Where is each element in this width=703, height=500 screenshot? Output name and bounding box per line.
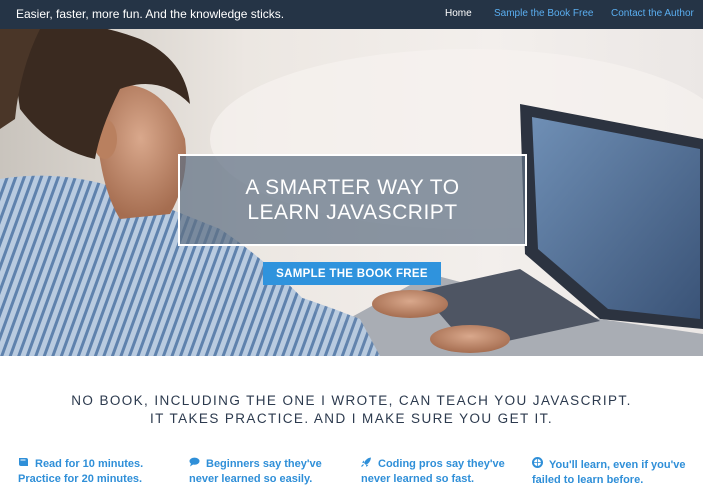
hero-section: A SMARTER WAY TO LEARN JAVASCRIPT SAMPLE… xyxy=(0,29,703,356)
lifebuoy-icon xyxy=(532,457,545,473)
tagline-line-2: IT TAKES PRACTICE. AND I MAKE SURE YOU G… xyxy=(150,411,553,426)
feature-text-line-2: Practice for 20 minutes. xyxy=(18,473,143,485)
nav-contact-link[interactable]: Contact the Author xyxy=(611,8,694,19)
tagline-line-1: NO BOOK, INCLUDING THE ONE I WROTE, CAN … xyxy=(71,393,632,408)
tagline: NO BOOK, INCLUDING THE ONE I WROTE, CAN … xyxy=(0,392,703,428)
feature-text-line-1: Beginners say they've xyxy=(206,458,322,470)
feature-item: Read for 10 minutes. Practice for 20 min… xyxy=(18,457,188,487)
sample-book-button[interactable]: SAMPLE THE BOOK FREE xyxy=(263,262,441,285)
hero-title-box: A SMARTER WAY TO LEARN JAVASCRIPT xyxy=(178,154,527,246)
nav-home-link[interactable]: Home xyxy=(445,8,472,19)
feature-item: Beginners say they've never learned so e… xyxy=(189,457,359,487)
book-icon xyxy=(18,457,31,472)
site-tagline: Easier, faster, more fun. And the knowle… xyxy=(16,7,285,21)
feature-item: Coding pros say they've never learned so… xyxy=(361,457,531,487)
rocket-icon xyxy=(361,457,374,472)
nav-sample-link[interactable]: Sample the Book Free xyxy=(494,8,594,19)
feature-text-line-1: Coding pros say they've xyxy=(378,458,505,470)
feature-text-line-2: never learned so fast. xyxy=(361,473,475,485)
feature-item: You'll learn, even if you've failed to l… xyxy=(532,457,702,488)
hero-title-line-1: A SMARTER WAY TO xyxy=(245,176,460,199)
feature-text-line-1: Read for 10 minutes. xyxy=(35,458,144,470)
navbar: Easier, faster, more fun. And the knowle… xyxy=(0,0,703,29)
feature-text-line-1: You'll learn, even if you've xyxy=(549,459,686,471)
features-row: Read for 10 minutes. Practice for 20 min… xyxy=(0,457,703,493)
speech-bubble-icon xyxy=(189,457,202,472)
hero-title-line-2: LEARN JAVASCRIPT xyxy=(247,201,458,224)
feature-text-line-2: failed to learn before. xyxy=(532,474,644,486)
feature-text-line-2: never learned so easily. xyxy=(189,473,313,485)
